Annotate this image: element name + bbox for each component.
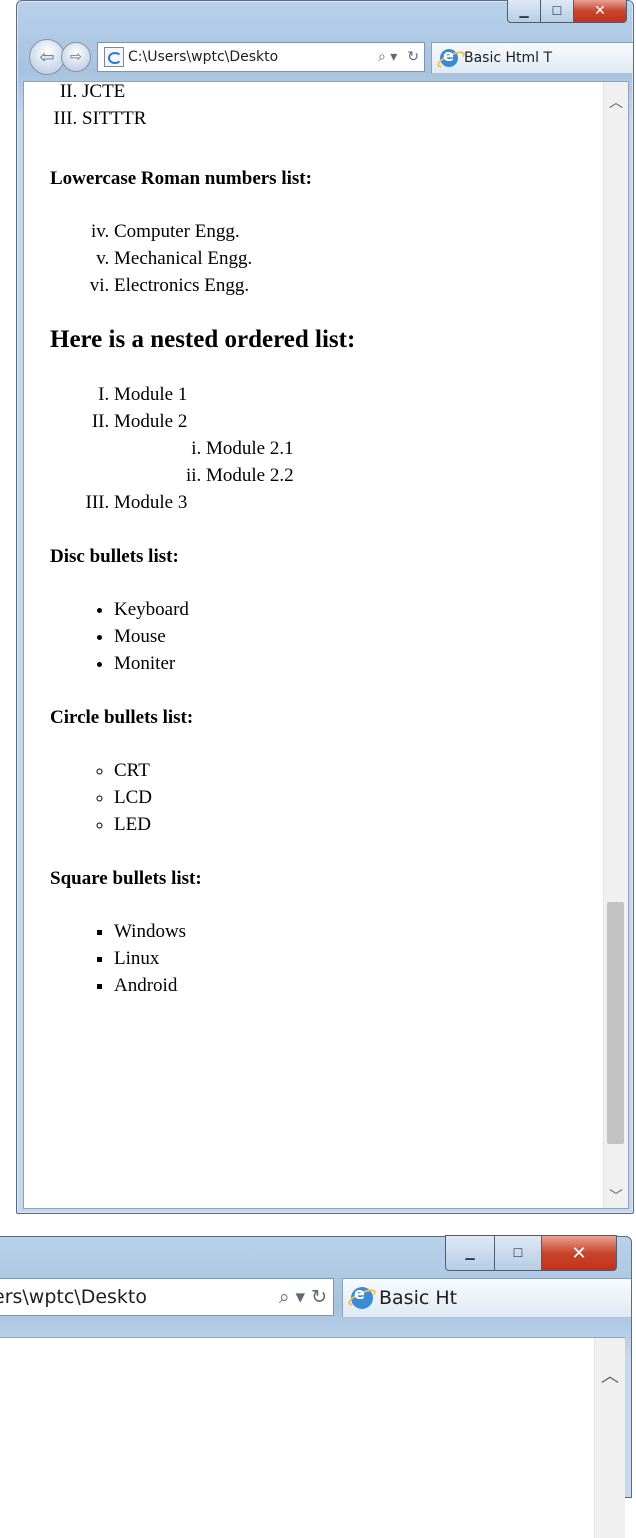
window-controls: ▁ ☐ ✕ [507,0,627,23]
list-item: Module 3 [114,489,604,516]
ie-logo-icon [440,46,458,67]
list-item: Module 1 [114,381,604,408]
upper-roman-list: JCTE SITTTR [24,82,604,132]
search-dropdown-icon[interactable]: ⌕ ▾ [373,49,402,65]
disc-heading: Disc bullets list: [50,546,179,567]
list-item: Android [114,972,604,999]
list-item: Module 2.1 [206,435,604,462]
list-item: LED [114,811,604,838]
tab-basic-html[interactable]: Basic Ht [342,1277,631,1317]
circle-list: CRT LCD LED [24,757,604,838]
ie-logo-icon [351,1284,373,1309]
address-url[interactable]: C:\Users\wptc\Deskto [128,49,373,65]
tab-basic-html[interactable]: Basic Html T [431,41,633,73]
lower-roman-list: Computer Engg. Mechanical Engg. Electron… [24,218,604,299]
square-heading: Square bullets list: [50,868,202,889]
disc-list: Keyboard Mouse Moniter [24,596,604,677]
navigation-bar: ers\wptc\Deskto ⌕ ▾ ↻ Basic Ht [0,1277,631,1317]
list-item: Computer Engg. [114,218,604,245]
scroll-up-icon[interactable]: ︿ [601,1362,619,1388]
circle-heading: Circle bullets list: [50,707,194,728]
back-button[interactable]: ⇦ [29,39,65,75]
address-url[interactable]: ers\wptc\Deskto [0,1286,273,1308]
address-bar[interactable]: C:\Users\wptc\Deskto ⌕ ▾ ↻ [97,42,425,72]
close-button[interactable]: ✕ [542,1235,617,1271]
list-item: Module 2.2 [206,462,604,489]
nested-heading: Here is a nested ordered list: [50,326,356,353]
vertical-scrollbar[interactable]: ︿ [594,1338,625,1538]
list-item: Linux [114,945,604,972]
maximize-button[interactable]: ☐ [541,0,574,23]
list-item: CRT [114,757,604,784]
forward-button[interactable]: ⇨ [61,42,91,72]
nested-ordered-list: Module 1 Module 2 Module 2.1 Module 2.2 … [24,381,604,516]
scroll-up-icon[interactable]: ︿ [608,92,624,111]
list-item: Mechanical Engg. [114,245,604,272]
browser-window: ▁ ☐ ✕ ⇦ ⇨ C:\Users\wptc\Deskto ⌕ ▾ ↻ Bas… [16,0,634,1214]
minimize-button[interactable]: ▁ [507,0,541,23]
list-item: Moniter [114,650,604,677]
list-item: Electronics Engg. [114,272,604,299]
page-content: JCTE SITTTR Lowercase Roman numbers list… [23,81,629,1209]
address-bar[interactable]: ers\wptc\Deskto ⌕ ▾ ↻ [0,1278,334,1316]
list-item: Module 2 Module 2.1 Module 2.2 [114,408,604,489]
scroll-down-icon[interactable]: ﹀ [608,1186,624,1205]
square-list: Windows Linux Android [24,918,604,999]
search-refresh-icons[interactable]: ⌕ ▾ ↻ [273,1286,333,1308]
list-item: SITTTR [82,105,604,132]
minimize-button[interactable]: ▁ [445,1235,495,1271]
navigation-bar: ⇦ ⇨ C:\Users\wptc\Deskto ⌕ ▾ ↻ Basic Htm… [29,37,633,77]
page-content: ︿ [0,1337,625,1538]
list-item-label: Module 2 [114,411,188,432]
browser-window-2: ▁ ☐ ✕ ers\wptc\Deskto ⌕ ▾ ↻ Basic Ht ︿ [0,1235,632,1538]
scroll-thumb[interactable] [607,902,624,1144]
refresh-icon[interactable]: ↻ [402,49,424,65]
list-item: Windows [114,918,604,945]
list-item: Mouse [114,623,604,650]
vertical-scrollbar[interactable]: ︿ ﹀ [603,82,628,1208]
tab-title: Basic Ht [379,1286,458,1309]
window-controls: ▁ ☐ ✕ [445,1235,617,1271]
nested-sub-list: Module 2.1 Module 2.2 [114,435,604,489]
close-button[interactable]: ✕ [574,0,627,23]
list-item: JCTE [82,82,604,105]
page-icon [104,47,124,67]
list-item: Keyboard [114,596,604,623]
maximize-button[interactable]: ☐ [495,1235,542,1271]
list-item: LCD [114,784,604,811]
lower-roman-heading: Lowercase Roman numbers list: [50,168,312,189]
tab-title: Basic Html T [464,49,553,66]
document: JCTE SITTTR Lowercase Roman numbers list… [24,82,604,999]
